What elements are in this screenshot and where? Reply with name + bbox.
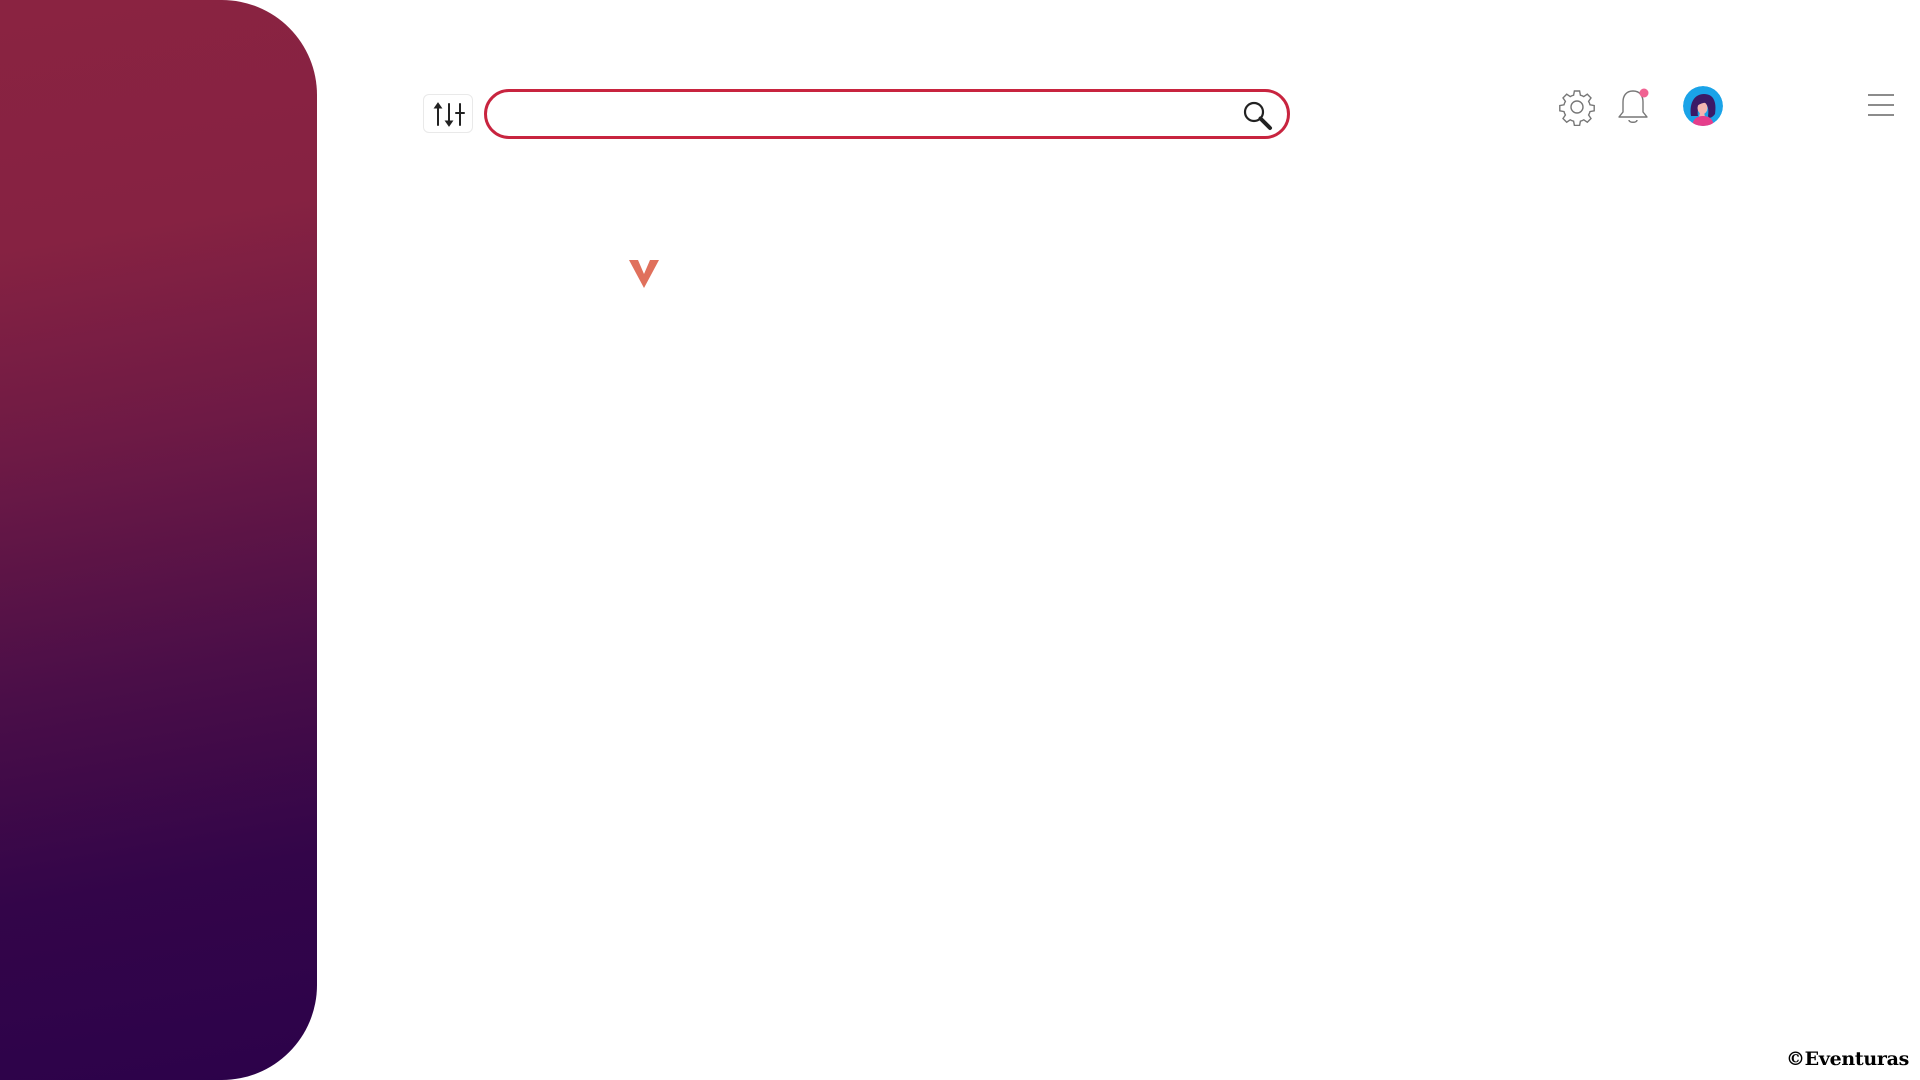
- copyright-text: ©Eventuras: [1785, 1048, 1909, 1070]
- sidebar: [0, 0, 317, 1080]
- filter-button[interactable]: [423, 94, 473, 133]
- avatar[interactable]: [1683, 86, 1723, 126]
- gear-icon[interactable]: [1558, 88, 1596, 126]
- hamburger-menu-icon[interactable]: [1866, 92, 1896, 118]
- search-input[interactable]: [509, 92, 1213, 138]
- chevron-down-icon[interactable]: [628, 258, 660, 290]
- search-bar: [484, 89, 1290, 139]
- notification-dot: [1639, 88, 1649, 98]
- search-icon[interactable]: [1241, 99, 1275, 133]
- sliders-icon: [433, 102, 465, 127]
- bell-icon[interactable]: [1616, 86, 1652, 126]
- app-page: ©Eventuras: [0, 0, 1920, 1080]
- user-avatar-icon: [1683, 86, 1723, 126]
